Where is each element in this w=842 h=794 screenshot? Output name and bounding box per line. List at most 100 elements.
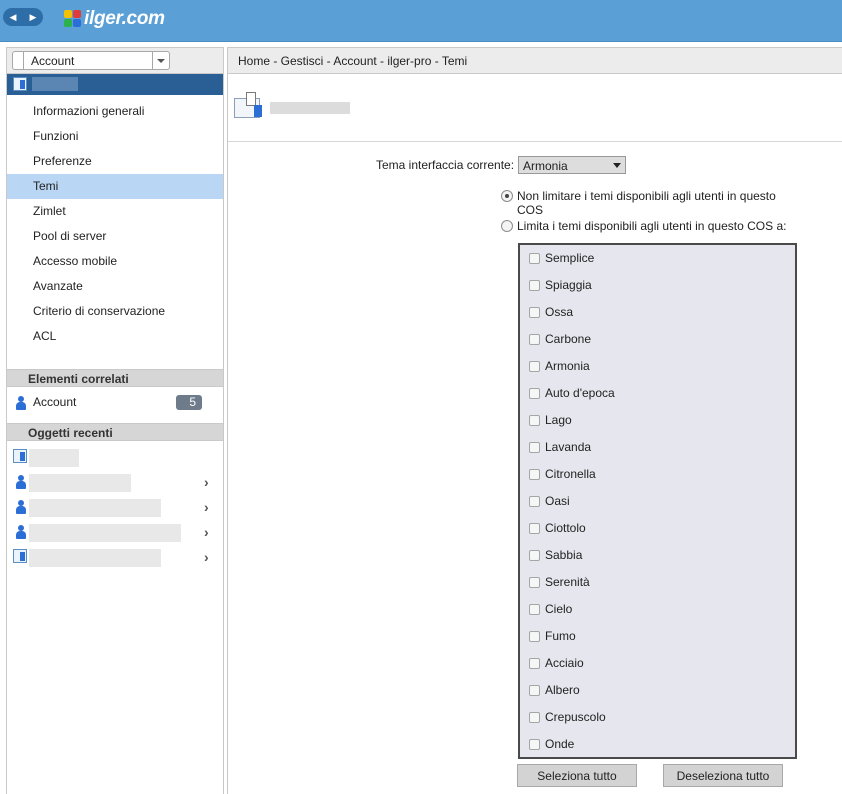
nav-item-pool-di-server[interactable]: Pool di server [7,224,223,249]
redacted-name [29,474,131,492]
theme-label: Ciottolo [545,521,586,535]
cos-icon [13,449,27,463]
selected-object[interactable] [7,74,223,95]
theme-label: Onde [545,737,575,751]
deselect-all-button[interactable]: Deseleziona tutto [663,764,783,787]
nav-item-avanzate[interactable]: Avanzate [7,274,223,299]
checkbox[interactable] [529,523,540,534]
checkbox[interactable] [529,604,540,615]
back-icon[interactable]: ◀ [10,8,17,26]
select-all-button[interactable]: Seleziona tutto [517,764,637,787]
chevron-right-icon[interactable]: › [204,474,209,490]
theme-item-lavanda[interactable]: Lavanda [520,434,795,461]
chevron-right-icon[interactable]: › [204,549,209,565]
checkbox[interactable] [529,307,540,318]
theme-label: Citronella [545,467,596,481]
checkbox[interactable] [529,496,540,507]
checkbox[interactable] [529,469,540,480]
recent-item[interactable]: › [7,495,223,520]
checkbox[interactable] [529,280,540,291]
history-nav: ◀ ▶ [3,8,43,26]
checkbox[interactable] [529,658,540,669]
theme-item-crepuscolo[interactable]: Crepuscolo [520,704,795,731]
theme-item-serenita[interactable]: Serenità [520,569,795,596]
theme-label: Sabbia [545,548,583,562]
nav-item-criterio-di-conservazione[interactable]: Criterio di conservazione [7,299,223,324]
recent-item[interactable] [7,445,223,470]
nav-item-informazioni-generali[interactable]: Informazioni generali [7,99,223,124]
recent-item[interactable]: › [7,520,223,545]
theme-label: Serenità [545,575,590,589]
theme-label: Spiaggia [545,278,592,292]
nav-item-accesso-mobile[interactable]: Accesso mobile [7,249,223,274]
related-header: Elementi correlati [7,369,223,387]
forward-icon[interactable]: ▶ [30,8,37,26]
theme-item-sabbia[interactable]: Sabbia [520,542,795,569]
checkbox[interactable] [529,739,540,750]
redacted-name [29,549,161,567]
theme-item-ciottolo[interactable]: Ciottolo [520,515,795,542]
theme-label: Carbone [545,332,592,346]
logo-puzzle-icon [64,10,82,28]
theme-label: Acciaio [545,656,584,670]
theme-item-citronella[interactable]: Citronella [520,461,795,488]
redacted-name [29,499,161,517]
recent-item[interactable]: › [7,545,223,570]
checkbox[interactable] [529,712,540,723]
theme-item-acciaio[interactable]: Acciaio [520,650,795,677]
related-account-item[interactable]: Account 5 [7,387,223,417]
checkbox[interactable] [529,442,540,453]
nav-item-temi[interactable]: Temi [7,174,223,199]
theme-item-oasi[interactable]: Oasi [520,488,795,515]
nav-item-preferenze[interactable]: Preferenze [7,149,223,174]
checkbox[interactable] [529,415,540,426]
theme-label: Fumo [545,629,576,643]
theme-label: Ossa [545,305,574,319]
checkbox[interactable] [529,334,540,345]
current-theme-select[interactable]: Armonia [518,156,626,174]
checkbox[interactable] [529,388,540,399]
redacted-name [32,77,78,91]
checkbox[interactable] [529,685,540,696]
radio-unlimited[interactable] [501,190,513,202]
checkbox[interactable] [529,577,540,588]
breadcrumb: Home - Gestisci - Account - ilger-pro - … [228,48,842,74]
chevron-down-icon[interactable] [152,52,169,69]
redacted-name [29,524,181,542]
theme-item-auto-d-epoca[interactable]: Auto d'epoca [520,380,795,407]
theme-item-lago[interactable]: Lago [520,407,795,434]
checkbox[interactable] [529,631,540,642]
related-account-count: 5 [176,395,202,410]
theme-label: Oasi [545,494,570,508]
chevron-right-icon[interactable]: › [204,499,209,515]
account-select-bar: Account [7,48,223,74]
back-arrow-icon[interactable] [12,51,24,70]
theme-label: Semplice [545,251,595,265]
nav-item-zimlet[interactable]: Zimlet [7,199,223,224]
theme-item-fumo[interactable]: Fumo [520,623,795,650]
theme-item-carbone[interactable]: Carbone [520,326,795,353]
related-account-label: Account [33,395,77,409]
theme-item-cielo[interactable]: Cielo [520,596,795,623]
checkbox[interactable] [529,550,540,561]
nav-item-funzioni[interactable]: Funzioni [7,124,223,149]
checkbox[interactable] [529,253,540,264]
chevron-right-icon[interactable]: › [204,524,209,540]
user-icon [15,396,27,410]
theme-checkbox-list: Semplice Spiaggia Ossa Carbone Armonia A… [518,243,797,759]
nav-item-acl[interactable]: ACL [7,324,223,349]
radio-limited[interactable] [501,220,513,232]
theme-item-semplice[interactable]: Semplice [520,245,795,272]
theme-item-onde[interactable]: Onde [520,731,795,758]
theme-label: Armonia [545,359,590,373]
account-select[interactable]: Account [12,51,170,70]
cos-large-icon [234,92,264,120]
logo[interactable]: ilger.com [64,6,165,32]
checkbox[interactable] [529,361,540,372]
logo-text: ilger.com [84,8,165,29]
recent-item[interactable]: › [7,470,223,495]
theme-item-spiaggia[interactable]: Spiaggia [520,272,795,299]
theme-item-albero[interactable]: Albero [520,677,795,704]
theme-item-armonia[interactable]: Armonia [520,353,795,380]
theme-item-ossa[interactable]: Ossa [520,299,795,326]
